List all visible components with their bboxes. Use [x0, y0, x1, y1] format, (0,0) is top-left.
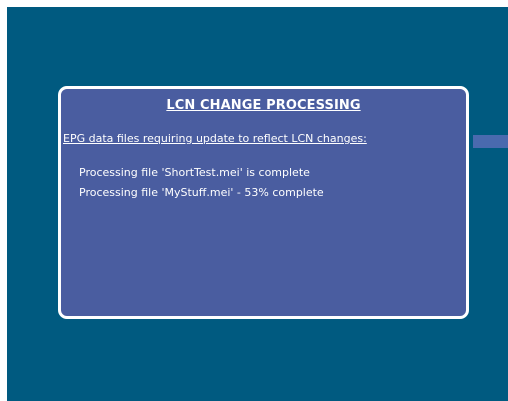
side-tab	[473, 135, 508, 148]
status-item: Processing file 'MyStuff.mei' - 53% comp…	[79, 186, 324, 199]
status-item: Processing file 'ShortTest.mei' is compl…	[79, 166, 310, 179]
dialog-subtitle: EPG data files requiring update to refle…	[63, 132, 367, 145]
tv-screen: LCN CHANGE PROCESSING EPG data files req…	[7, 7, 508, 401]
dialog-title: LCN CHANGE PROCESSING	[166, 98, 361, 113]
processing-dialog: LCN CHANGE PROCESSING EPG data files req…	[58, 86, 469, 319]
status-list: Processing file 'ShortTest.mei' is compl…	[79, 165, 324, 205]
